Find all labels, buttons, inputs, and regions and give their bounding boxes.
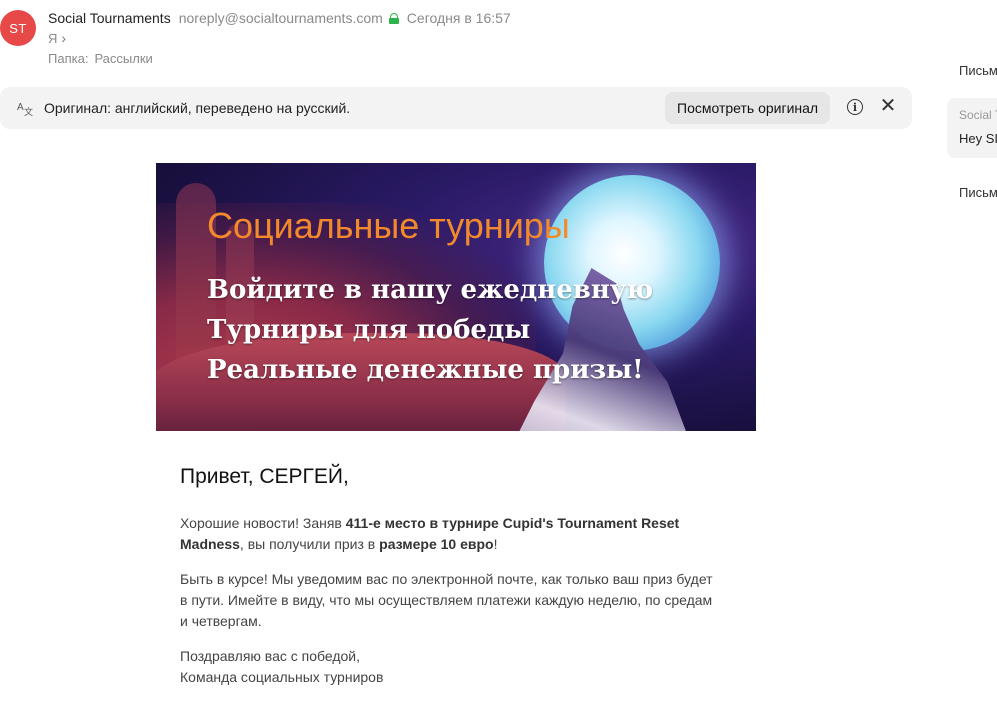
- email-paragraph-info: Быть в курсе! Мы уведомим вас по электро…: [180, 571, 713, 629]
- more-letters-label: Письм: [959, 185, 997, 200]
- text-fragment: !: [493, 536, 498, 552]
- banner-line-1: Войдите в нашу ежедневную: [207, 275, 654, 305]
- banner-title: Социальные турниры: [207, 205, 570, 246]
- email-paragraph-prize: Хорошие новости! Заняв 411-е место в тур…: [180, 513, 720, 555]
- bold-fragment: размере 10 евро: [379, 536, 494, 552]
- text-fragment: Хорошие новости! Заняв: [180, 515, 346, 531]
- folder-label: Папка:: [48, 51, 89, 66]
- svg-text:A: A: [17, 102, 24, 113]
- sender-line: Social Tournaments noreply@socialtournam…: [48, 10, 511, 26]
- recipient-line[interactable]: Я ›: [48, 30, 66, 46]
- signature-line-1: Поздравляю вас с победой,: [180, 648, 361, 664]
- banner-line-2: Турниры для победы: [207, 315, 531, 345]
- chevron-right-icon[interactable]: ›: [61, 30, 66, 46]
- translate-icon: A文: [16, 99, 34, 117]
- email-signature: Поздравляю вас с победой, Команда социал…: [180, 646, 720, 688]
- sender-email[interactable]: noreply@socialtournaments.com: [179, 10, 383, 26]
- signature-line-2: Команда социальных турниров: [180, 669, 384, 685]
- sender-name[interactable]: Social Tournaments: [48, 10, 171, 26]
- recipient-name: Я: [48, 30, 58, 46]
- banner-line-3: Реальные денежные призы!: [207, 355, 644, 385]
- right-panel: Письм Social T Hey SI Письм: [945, 0, 997, 708]
- promo-banner[interactable]: Социальные турниры Войдите в нашу ежедне…: [156, 163, 756, 431]
- related-letter-snippet: Hey SI: [959, 131, 997, 146]
- related-letter-card[interactable]: Social T Hey SI: [947, 98, 997, 158]
- sender-avatar[interactable]: ST: [0, 10, 36, 46]
- view-original-button[interactable]: Посмотреть оригинал: [665, 92, 831, 124]
- svg-text:文: 文: [24, 106, 33, 117]
- info-icon[interactable]: i: [847, 99, 863, 115]
- related-letters-label: Письм: [959, 63, 997, 78]
- message-date: Сегодня в 16:57: [406, 10, 511, 26]
- lock-icon: [388, 12, 399, 24]
- email-greeting: Привет, СЕРГЕЙ,: [180, 465, 349, 488]
- text-fragment: , вы получили приз в: [239, 536, 380, 552]
- folder-link[interactable]: Рассылки: [94, 51, 152, 66]
- translation-bar: A文 Оригинал: английский, переведено на р…: [0, 87, 912, 129]
- related-letter-sender: Social T: [959, 108, 997, 122]
- close-icon[interactable]: ✕: [879, 96, 897, 116]
- translation-info-text: Оригинал: английский, переведено на русс…: [44, 100, 351, 116]
- folder-line: Папка: Рассылки: [48, 51, 153, 66]
